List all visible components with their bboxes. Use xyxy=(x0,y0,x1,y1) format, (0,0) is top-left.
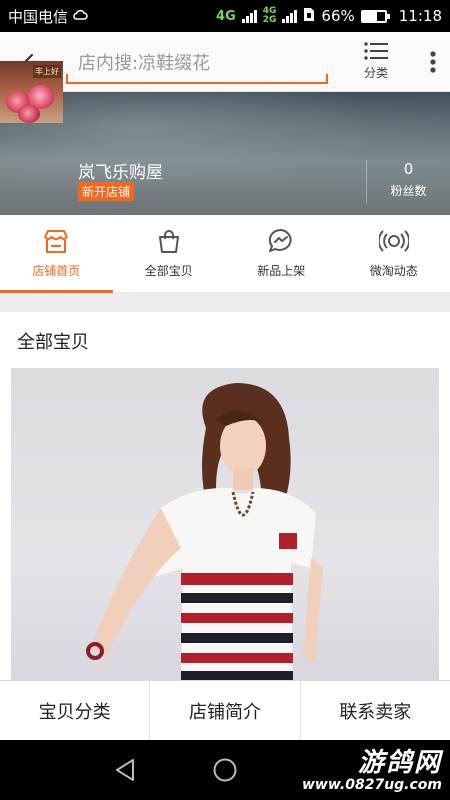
product-photo xyxy=(86,383,323,688)
shop-name: 岚飞乐购屋 xyxy=(78,163,163,183)
new-shop-badge: 新开店铺 xyxy=(78,182,135,201)
watermark-url: www.0827ug.com xyxy=(302,777,442,793)
nav-back-button[interactable] xyxy=(75,758,175,782)
tab-weitao-feed[interactable]: 微淘动态 xyxy=(338,215,450,292)
circle-home-icon xyxy=(213,758,237,782)
all-items-section: 全部宝贝 xyxy=(0,312,450,688)
broadcast-icon xyxy=(378,230,409,252)
tab-shop-home[interactable]: 店铺首页 xyxy=(0,215,113,293)
tab-all-items[interactable]: 全部宝贝 xyxy=(113,215,226,292)
shop-intro-button[interactable]: 店铺简介 xyxy=(149,681,299,740)
battery-icon xyxy=(360,9,390,23)
fans-label: 粉丝数 xyxy=(390,184,427,198)
clock: 11:18 xyxy=(398,7,442,25)
category-button[interactable]: 分类 xyxy=(336,42,416,81)
tab-label: 店铺首页 xyxy=(32,264,81,278)
status-right: 4G 4G 2G 66% 11:18 xyxy=(216,7,442,26)
section-title: 全部宝贝 xyxy=(17,332,89,353)
nav-home-button[interactable] xyxy=(175,757,275,783)
tab-new-arrivals[interactable]: 新品上架 xyxy=(225,215,338,292)
network-badge-4g: 4G xyxy=(216,8,236,24)
category-label: 分类 xyxy=(363,66,388,80)
fans-count: 0 xyxy=(403,160,414,178)
watermark: 游鸽网 www.0827ug.com xyxy=(302,742,442,793)
rose-decoration-3 xyxy=(18,105,40,123)
chat-bubble-icon xyxy=(269,228,292,252)
triangle-back-icon xyxy=(116,759,134,781)
search-box[interactable] xyxy=(66,40,328,84)
carrier-name: 中国电信 xyxy=(8,7,69,26)
logo-text: 丰上好 xyxy=(33,65,61,78)
shop-tabs: 店铺首页 全部宝贝 新品上架 微淘动态 xyxy=(0,215,450,293)
item-category-button[interactable]: 宝贝分类 xyxy=(0,681,149,740)
more-menu-button[interactable] xyxy=(416,50,450,74)
cloud-icon xyxy=(72,7,88,25)
shop-logo[interactable]: 丰上好 xyxy=(0,61,63,123)
watermark-title: 游鸽网 xyxy=(357,748,442,778)
search-input[interactable] xyxy=(78,52,328,74)
network-badge-stack: 4G 2G xyxy=(263,7,277,25)
tab-label: 全部宝贝 xyxy=(144,264,193,278)
bag-icon xyxy=(158,230,179,253)
more-vertical-icon xyxy=(430,50,436,73)
tab-label: 新品上架 xyxy=(257,264,306,278)
status-bar: 中国电信 4G 4G 2G 66% 11:18 xyxy=(0,0,450,32)
fans-counter[interactable]: 0 粉丝数 xyxy=(366,160,450,204)
bottom-action-bar: 宝贝分类 店铺简介 联系卖家 xyxy=(0,680,450,740)
list-icon xyxy=(364,42,388,60)
signal-icon-2 xyxy=(282,9,298,23)
store-icon xyxy=(44,230,69,253)
sim-icon xyxy=(303,7,315,26)
contact-seller-button[interactable]: 联系卖家 xyxy=(299,681,450,740)
tab-label: 微淘动态 xyxy=(369,264,418,278)
network-badge-2g: 2G xyxy=(262,15,277,25)
product-image[interactable] xyxy=(11,368,439,688)
battery-percent: 66% xyxy=(321,7,355,25)
search-header: 分类 xyxy=(0,32,450,92)
signal-icon xyxy=(241,9,257,23)
status-left: 中国电信 xyxy=(8,6,88,27)
